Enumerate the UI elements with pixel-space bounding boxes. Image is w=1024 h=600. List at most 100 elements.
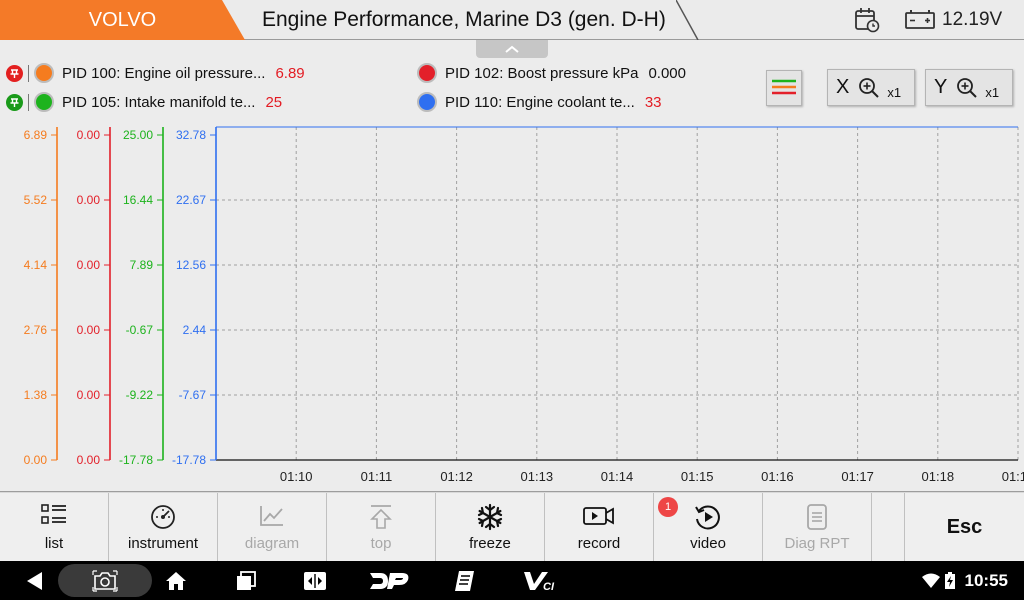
- freeze-label: freeze: [469, 535, 511, 552]
- x-zoom-button[interactable]: X x1: [827, 69, 915, 106]
- series-color-dot: [417, 63, 437, 83]
- collapse-button[interactable]: [476, 40, 548, 58]
- legend-item-coolant-temp[interactable]: PID 110: Engine coolant te... 33: [417, 90, 662, 114]
- y-tick-label: 5.52: [24, 193, 48, 207]
- system-nav-bar: CI 10:55: [0, 561, 1024, 600]
- x-zoom-level: x1: [887, 85, 902, 100]
- system-clock: 10:55: [964, 571, 1008, 590]
- replay-icon: [693, 503, 723, 535]
- wifi-icon: [922, 573, 940, 588]
- freeze-button[interactable]: freeze: [436, 493, 545, 561]
- y-tick-label: 0.00: [77, 388, 101, 402]
- y-zoom-axis: Y: [934, 76, 948, 98]
- live-data-chart[interactable]: 01:10 01:11 01:12 01:13 01:14 01:15 01:16 01:17…: [0, 122, 1024, 492]
- document-button[interactable]: [450, 561, 480, 600]
- x-tick-label: 01:14: [601, 469, 634, 484]
- display-mode-button[interactable]: [298, 561, 332, 600]
- dp-logo-button[interactable]: [366, 561, 414, 600]
- y-tick-label: 0.00: [77, 453, 101, 467]
- esc-button[interactable]: Esc: [905, 493, 1024, 561]
- record-label: record: [577, 535, 621, 552]
- home-button[interactable]: [160, 561, 192, 600]
- legend-value: 25: [265, 93, 283, 111]
- x-tick-label: 01:15: [681, 469, 714, 484]
- pin-icon[interactable]: [6, 64, 23, 82]
- list-button[interactable]: list: [0, 493, 109, 561]
- y-tick-label: 2.44: [183, 323, 207, 337]
- video-camera-icon: [582, 503, 616, 533]
- y-tick-label: 0.00: [77, 128, 101, 142]
- x-tick-label: 01:17: [841, 469, 874, 484]
- legend-value: 6.89: [275, 64, 305, 82]
- legend-item-intake-manifold[interactable]: PID 105: Intake manifold te... 25: [6, 90, 282, 114]
- y-tick-label: 32.78: [176, 128, 206, 142]
- series-color-dot: [34, 92, 54, 112]
- screenshot-button[interactable]: [58, 564, 152, 597]
- zoom-in-icon: [859, 77, 880, 98]
- y-tick-label: 7.89: [130, 258, 154, 272]
- recent-apps-button[interactable]: [230, 561, 262, 600]
- series-color-dot: [417, 92, 437, 112]
- legend-label: PID 110: Engine coolant te...: [445, 93, 635, 111]
- y-tick-label: 0.00: [77, 258, 101, 272]
- snowflake-icon: [476, 503, 504, 535]
- top-label: top: [370, 535, 392, 552]
- y-tick-label: -9.22: [126, 388, 154, 402]
- legend-item-boost-pressure[interactable]: PID 102: Boost pressure kPa 0.000: [417, 61, 686, 85]
- report-icon: [804, 503, 830, 535]
- diag-report-label: Diag RPT: [784, 535, 850, 552]
- y-tick-label: -17.78: [172, 453, 206, 467]
- y-tick-label: 0.00: [77, 323, 101, 337]
- calendar-clock-icon[interactable]: [853, 6, 881, 39]
- vci-button[interactable]: CI: [520, 561, 560, 600]
- line-chart-icon: [258, 503, 286, 533]
- list-label: list: [44, 535, 64, 552]
- brand-tab[interactable]: VOLVO: [0, 0, 250, 40]
- x-tick-label: 01:10: [280, 469, 313, 484]
- x-tick-label: 01:16: [761, 469, 794, 484]
- y-tick-label: 0.00: [77, 193, 101, 207]
- diagram-button[interactable]: diagram: [218, 493, 327, 561]
- y-tick-label: -7.67: [179, 388, 207, 402]
- video-button[interactable]: 1 video: [654, 493, 763, 561]
- instrument-button[interactable]: instrument: [109, 493, 218, 561]
- page-title: Engine Performance, Marine D3 (gen. D-H): [262, 8, 666, 31]
- instrument-label: instrument: [127, 535, 199, 552]
- battery-charging-icon: [945, 572, 955, 589]
- legend-label: PID 100: Engine oil pressure...: [62, 64, 266, 82]
- camera-icon: [92, 569, 118, 592]
- x-tick-label: 01:19: [1002, 469, 1024, 484]
- document-icon: [455, 570, 474, 591]
- y-zoom-button[interactable]: Y x1: [925, 69, 1013, 106]
- series-color-dot: [34, 63, 54, 83]
- display-mode-icon: [304, 571, 326, 590]
- arrow-up-icon: [367, 503, 395, 535]
- app-header: VOLVO Engine Performance, Marine D3 (gen…: [0, 0, 1024, 40]
- legend-item-oil-pressure[interactable]: PID 100: Engine oil pressure... 6.89: [6, 61, 305, 85]
- video-label: video: [690, 535, 726, 552]
- svg-text:CI: CI: [543, 581, 555, 592]
- y-tick-label: 6.89: [24, 128, 48, 142]
- diagram-label: diagram: [244, 535, 300, 552]
- top-button[interactable]: top: [327, 493, 436, 561]
- legend-label: PID 105: Intake manifold te...: [62, 93, 256, 111]
- y-tick-label: 16.44: [123, 193, 153, 207]
- y-tick-label: 22.67: [176, 193, 206, 207]
- y-tick-label: 0.00: [24, 453, 48, 467]
- esc-label: Esc: [946, 515, 983, 538]
- y-tick-label: 25.00: [123, 128, 153, 142]
- x-tick-label: 01:18: [922, 469, 955, 484]
- list-icon: [40, 503, 68, 533]
- chevron-up-icon: [505, 45, 519, 53]
- record-button[interactable]: record: [545, 493, 654, 561]
- x-tick-label: 01:12: [440, 469, 473, 484]
- legend-value: 0.000: [648, 64, 686, 82]
- legend-toggle-button[interactable]: [766, 70, 802, 106]
- back-button[interactable]: [18, 561, 52, 600]
- x-zoom-axis: X: [836, 76, 850, 98]
- vci-icon: CI: [524, 571, 555, 592]
- toolbar-spacer: [872, 493, 905, 561]
- pin-icon[interactable]: [6, 93, 23, 111]
- home-icon: [166, 571, 186, 590]
- diag-report-button[interactable]: Diag RPT: [763, 493, 872, 561]
